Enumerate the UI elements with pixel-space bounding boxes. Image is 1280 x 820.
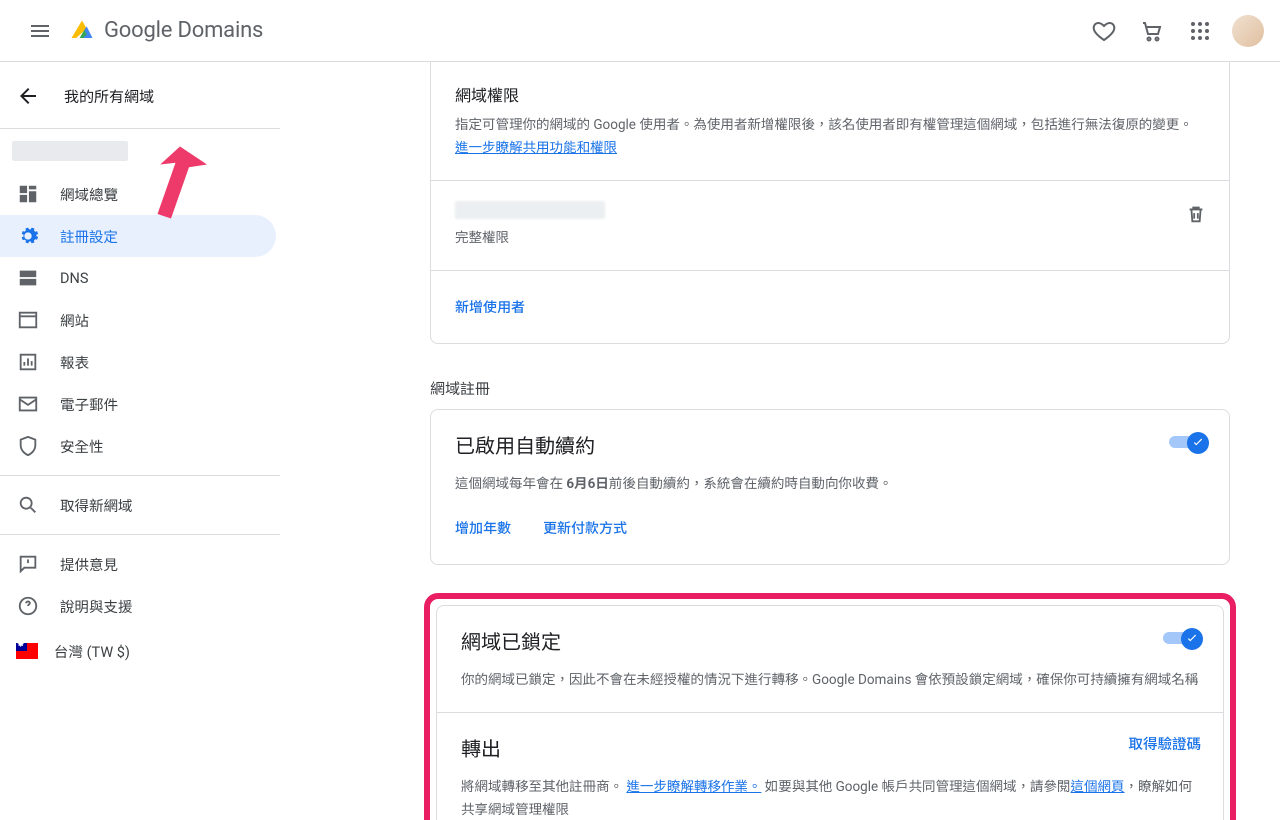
dns-icon: [16, 266, 40, 290]
back-label: 我的所有網域: [64, 86, 154, 107]
menu-icon[interactable]: [16, 7, 64, 55]
shield-icon: [16, 434, 40, 458]
cart-icon[interactable]: [1128, 7, 1176, 55]
transfer-desc: 將網域轉移至其他註冊商。 進一步瞭解轉移作業。 如要與其他 Google 帳戶共…: [461, 776, 1199, 820]
sidebar-item-reports[interactable]: 報表: [0, 341, 276, 383]
permissions-learn-link[interactable]: 進一步瞭解共用功能和權限: [455, 140, 617, 156]
domains-logo-icon: [68, 17, 96, 45]
sidebar: 我的所有網域 網域總覽 註冊設定 DNS 網站 報表: [0, 62, 280, 820]
registration-section-title: 網域註冊: [430, 378, 1240, 399]
sidebar-item-label: 安全性: [60, 436, 104, 457]
user-email-redacted: [455, 201, 605, 219]
sidebar-feedback[interactable]: 提供意見: [0, 543, 276, 585]
transfer-title: 轉出: [461, 733, 1199, 762]
get-auth-code-button[interactable]: 取得驗證碼: [1129, 733, 1202, 754]
sidebar-item-dns[interactable]: DNS: [0, 257, 276, 299]
lock-title: 網域已鎖定: [461, 626, 1199, 655]
permissions-desc: 指定可管理你的網域的 Google 使用者。為使用者新增權限後，該名使用者即有權…: [455, 114, 1205, 160]
permissions-card: 網域權限 指定可管理你的網域的 Google 使用者。為使用者新增權限後，該名使…: [430, 62, 1230, 344]
dashboard-icon: [16, 182, 40, 206]
sidebar-item-label: 提供意見: [60, 554, 118, 575]
divider: [0, 128, 280, 129]
delete-icon[interactable]: [1185, 203, 1209, 227]
autorenew-card: 已啟用自動續約 這個網域每年會在 6月6日前後自動續約，系統會在續約時自動向你收…: [430, 409, 1230, 565]
sidebar-item-label: 電子郵件: [60, 394, 118, 415]
feedback-icon: [16, 552, 40, 576]
lock-transfer-card: 網域已鎖定 你的網域已鎖定，因此不會在未經授權的情況下進行轉移。Google D…: [436, 605, 1224, 820]
top-bar: Google Domains: [0, 0, 1280, 62]
favorites-icon[interactable]: [1080, 7, 1128, 55]
sidebar-item-security[interactable]: 安全性: [0, 425, 276, 467]
back-row[interactable]: 我的所有網域: [0, 72, 280, 120]
sidebar-help[interactable]: 說明與支援: [0, 585, 276, 627]
sidebar-item-label: 網域總覽: [60, 184, 118, 205]
sidebar-item-settings[interactable]: 註冊設定: [0, 215, 276, 257]
divider: [0, 475, 280, 476]
sidebar-item-label: DNS: [60, 270, 88, 287]
main-content: 網域權限 指定可管理你的網域的 Google 使用者。為使用者新增權限後，該名使…: [280, 62, 1280, 820]
flag-tw-icon: [16, 643, 38, 659]
sidebar-item-label: 取得新網域: [60, 495, 133, 516]
sidebar-item-overview[interactable]: 網域總覽: [0, 173, 276, 215]
sidebar-item-website[interactable]: 網站: [0, 299, 276, 341]
autorenew-desc: 這個網域每年會在 6月6日前後自動續約，系統會在續約時自動向你收費。: [455, 473, 1205, 496]
back-icon[interactable]: [8, 76, 48, 116]
lock-toggle[interactable]: [1163, 626, 1203, 650]
help-icon: [16, 594, 40, 618]
add-user-button[interactable]: 新增使用者: [455, 291, 525, 323]
lock-desc: 你的網域已鎖定，因此不會在未經授權的情況下進行轉移。Google Domains…: [461, 669, 1199, 692]
sidebar-get-new-domain[interactable]: 取得新網域: [0, 484, 276, 526]
highlight-annotation: 網域已鎖定 你的網域已鎖定，因此不會在未經授權的情況下進行轉移。Google D…: [424, 593, 1236, 820]
permissions-heading: 網域權限: [455, 82, 1205, 106]
autorenew-date: 6月6日: [566, 476, 609, 492]
mail-icon: [16, 392, 40, 416]
autorenew-toggle[interactable]: [1169, 430, 1209, 454]
chart-icon: [16, 350, 40, 374]
update-payment-button[interactable]: 更新付款方式: [543, 512, 627, 544]
transfer-learn-link[interactable]: 進一步瞭解轉移作業。: [626, 779, 761, 795]
region-label: 台灣 (TW $): [54, 641, 130, 662]
product-name: Google Domains: [104, 18, 263, 43]
divider: [0, 534, 280, 535]
sidebar-item-email[interactable]: 電子郵件: [0, 383, 276, 425]
permission-level: 完整權限: [455, 227, 1205, 250]
sidebar-nav: 網域總覽 註冊設定 DNS 網站 報表 電子郵件: [0, 173, 280, 467]
sidebar-item-label: 註冊設定: [60, 226, 118, 247]
sidebar-item-label: 網站: [60, 310, 89, 331]
avatar[interactable]: [1232, 15, 1264, 47]
search-icon: [16, 493, 40, 517]
domain-name-redacted: [12, 141, 128, 161]
transfer-page-link[interactable]: 這個網頁: [1071, 779, 1125, 795]
product-logo[interactable]: Google Domains: [68, 17, 263, 45]
sidebar-item-label: 報表: [60, 352, 89, 373]
gear-icon: [16, 224, 40, 248]
sidebar-region[interactable]: 台灣 (TW $): [0, 627, 280, 675]
apps-icon[interactable]: [1176, 7, 1224, 55]
add-years-button[interactable]: 增加年數: [455, 512, 511, 544]
autorenew-title: 已啟用自動續約: [455, 430, 1205, 459]
website-icon: [16, 308, 40, 332]
sidebar-item-label: 說明與支援: [60, 596, 133, 617]
